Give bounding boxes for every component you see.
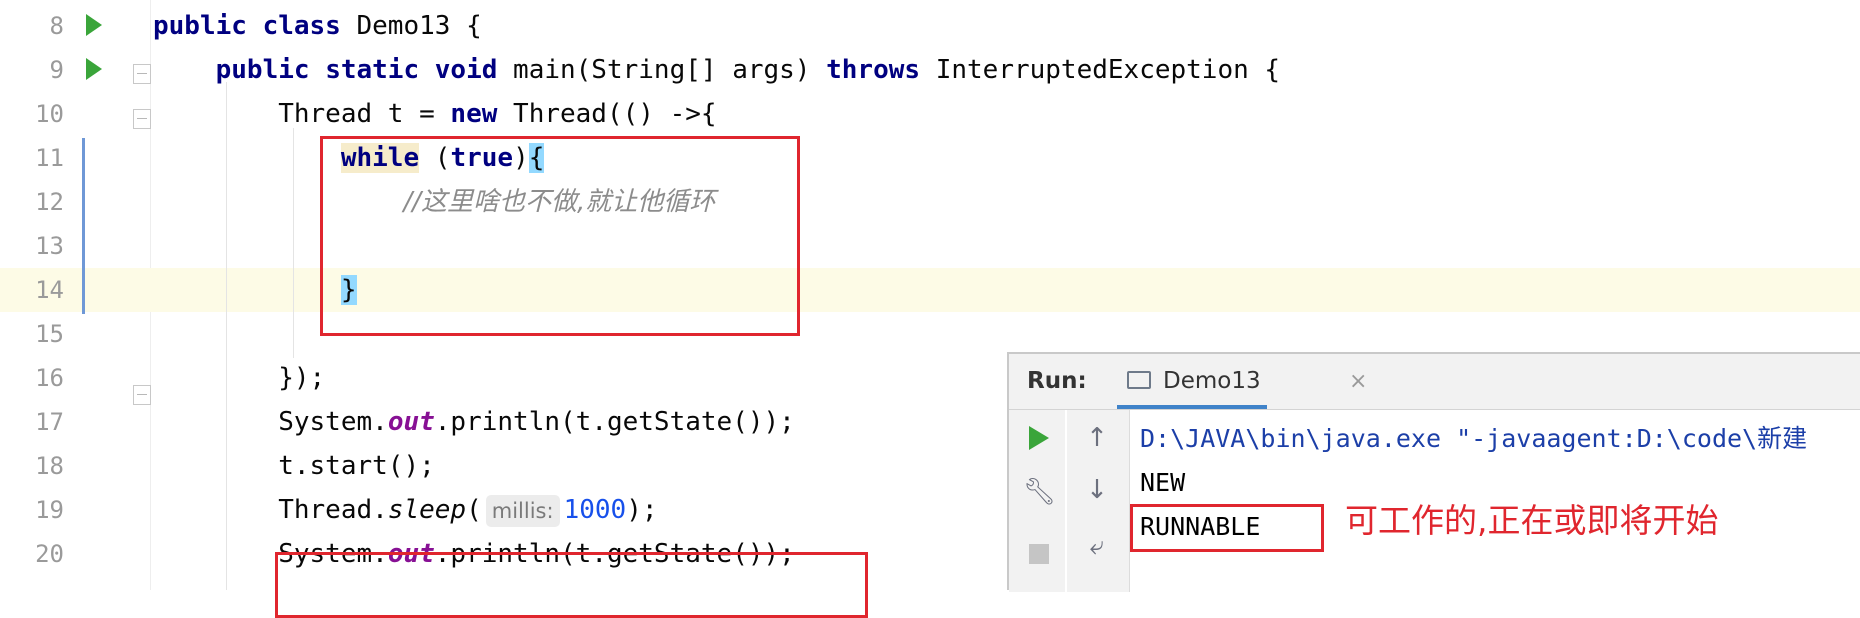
code-text: public static void main(String[] args) t…	[153, 48, 1280, 92]
run-gutter-icon[interactable]	[86, 14, 102, 36]
code-token: public static void	[215, 55, 498, 85]
code-token: out	[387, 407, 435, 437]
run-header: Run: Demo13 ×	[1009, 354, 1860, 410]
code-token: InterruptedException {	[920, 55, 1281, 85]
play-icon[interactable]	[1029, 426, 1049, 450]
code-line[interactable]: 12 //这里啥也不做,就让他循环	[0, 180, 1860, 224]
line-number: 14	[35, 276, 64, 304]
line-number: 13	[35, 232, 64, 260]
parameter-hint: millis:	[485, 494, 560, 527]
run-panel: Run: Demo13 × 🔧︎ ↑ ↓ ⤶	[1007, 352, 1860, 592]
code-token: new	[450, 99, 498, 129]
highlight-box-runnable	[1130, 504, 1324, 552]
code-text: System.out.println(t.getState());	[153, 400, 795, 444]
line-number: 10	[35, 100, 64, 128]
line-number: 19	[35, 496, 64, 524]
console-line: D:\JAVA\bin\java.exe "-javaagent:D:\code…	[1140, 424, 1808, 453]
code-token: sleep	[387, 495, 467, 525]
code-token: Thread t =	[153, 99, 451, 129]
line-number: 18	[35, 452, 64, 480]
line-number: 8	[49, 12, 64, 40]
down-arrow-icon[interactable]: ↓	[1083, 476, 1111, 504]
indent-guide	[293, 128, 294, 358]
console-tab-icon	[1127, 371, 1151, 389]
code-line[interactable]: 15	[0, 312, 1860, 356]
console-line: NEW	[1140, 468, 1186, 497]
tab-label: Demo13	[1163, 368, 1261, 394]
stop-icon[interactable]	[1029, 544, 1049, 564]
changed-lines-marker	[82, 138, 85, 314]
code-token: main(String[] args)	[497, 55, 827, 85]
code-line[interactable]: 9 public static void main(String[] args)…	[0, 48, 1860, 92]
code-token: Thread(() ->{	[497, 99, 717, 129]
line-number: 15	[35, 320, 64, 348]
annotation-label: 可工作的,正在或即将开始	[1345, 501, 1719, 540]
code-token: Thread.	[153, 495, 388, 525]
code-text: Thread.sleep(millis: 1000);	[153, 488, 658, 532]
code-text: Thread t = new Thread(() ->{	[153, 92, 717, 136]
code-token: t.start();	[153, 451, 435, 481]
run-toolbar-right: ↑ ↓ ⤶	[1067, 410, 1130, 592]
code-line[interactable]: 10 Thread t = new Thread(() ->{	[0, 92, 1860, 136]
highlight-box-loop	[320, 136, 800, 336]
code-line[interactable]: 11 while (true){	[0, 136, 1860, 180]
run-title: Run:	[1027, 368, 1087, 394]
line-number: 9	[49, 56, 64, 84]
line-number: 12	[35, 188, 64, 216]
code-token: });	[153, 363, 326, 393]
soft-wrap-icon[interactable]: ⤶	[1083, 532, 1111, 560]
highlight-box-print	[275, 552, 868, 618]
code-text: t.start();	[153, 444, 435, 488]
run-toolbar-left: 🔧︎	[1009, 410, 1065, 592]
tab-demo13[interactable]: Demo13 ×	[1117, 354, 1367, 409]
run-gutter-icon[interactable]	[86, 58, 102, 80]
wrench-icon[interactable]: 🔧︎	[1023, 478, 1056, 506]
fold-icon[interactable]	[133, 109, 151, 129]
up-arrow-icon[interactable]: ↑	[1083, 424, 1111, 452]
code-token: .println(t.getState());	[434, 407, 795, 437]
code-token: );	[626, 495, 658, 525]
close-icon[interactable]: ×	[1349, 354, 1367, 409]
code-token: System.	[153, 407, 388, 437]
code-line[interactable]: 8 public class Demo13 {	[0, 4, 1860, 48]
line-number: 17	[35, 408, 64, 436]
code-text: });	[153, 356, 325, 400]
code-text: public class Demo13 {	[153, 4, 482, 48]
code-token: throws	[826, 55, 921, 85]
fold-icon[interactable]	[133, 385, 151, 405]
code-token: (	[466, 495, 482, 525]
code-line[interactable]: 13	[0, 224, 1860, 268]
indent-guide	[226, 82, 227, 590]
fold-icon[interactable]	[133, 64, 151, 84]
line-number: 11	[35, 144, 64, 172]
code-line[interactable]: 14 }	[0, 268, 1860, 312]
line-number: 20	[35, 540, 64, 568]
code-token: Demo13 {	[340, 11, 482, 41]
code-token: 1000	[563, 495, 627, 525]
code-token: public class	[153, 11, 341, 41]
line-number: 16	[35, 364, 64, 392]
